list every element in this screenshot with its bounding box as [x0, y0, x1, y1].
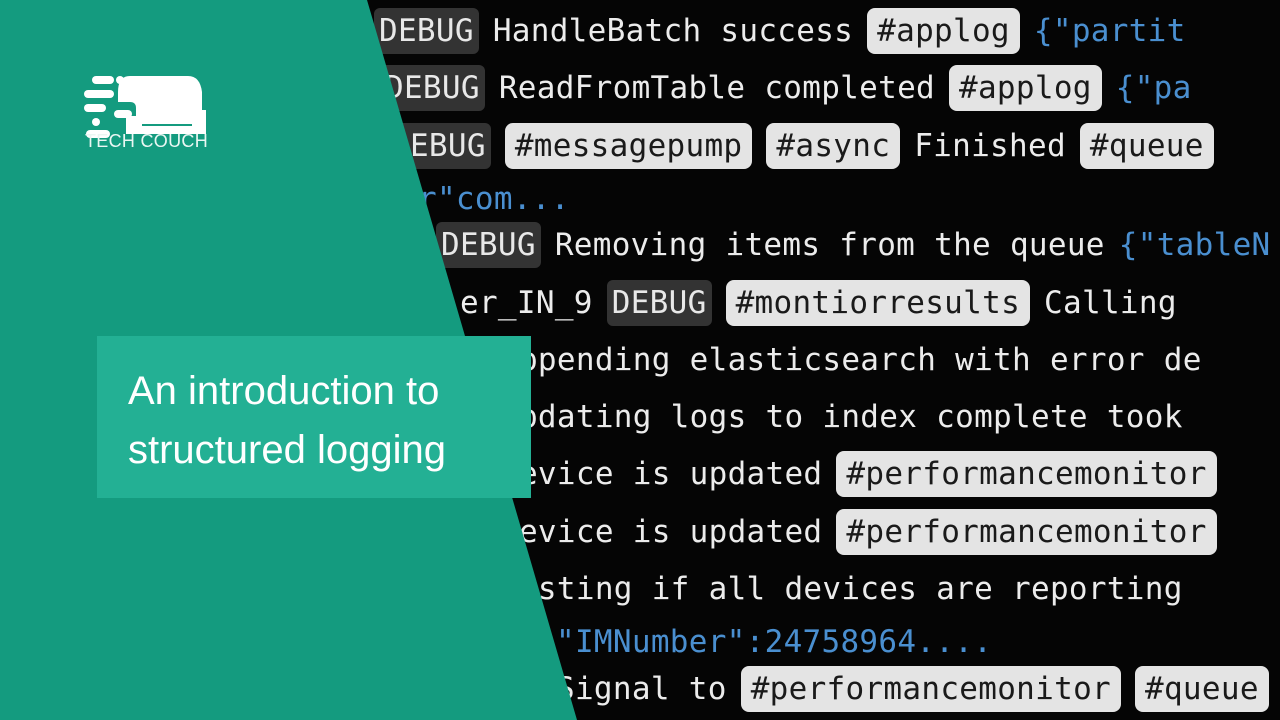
log-message: Testing if all devices are reporting — [500, 570, 1183, 607]
log-level-badge: DEBUG — [374, 7, 479, 54]
log-message: Device is updated — [500, 455, 823, 492]
log-tag: #performancemonitor — [836, 450, 1217, 497]
log-message: ReadFromTable completed — [498, 69, 935, 106]
log-tag: #applog — [949, 64, 1102, 111]
log-level-badge: DEBUG — [436, 221, 541, 268]
log-tag: #performancemonitor — [740, 665, 1121, 712]
brand-name: TECH COUCH — [85, 131, 208, 151]
log-message: Calling — [1044, 284, 1177, 321]
log-message: Device is updated — [500, 513, 823, 550]
title-line-1: An introduction to — [128, 369, 440, 413]
log-line: Updating logs to index complete took — [500, 390, 1183, 440]
log-message: Appending elasticsearch with error de — [500, 341, 1202, 378]
log-line: DEBUG #messagepump #async Finished #queue — [386, 119, 1214, 169]
log-tag: #queue — [1135, 665, 1269, 712]
log-json: r"com... — [418, 180, 570, 217]
log-tag: #queue — [1079, 122, 1214, 169]
title-card: An introduction to structured logging — [97, 336, 531, 498]
log-json: {"pa — [1115, 69, 1192, 106]
log-line: DEBUG ReadFromTable completed #applog {"pa — [380, 61, 1192, 111]
log-tag: #montiorresults — [725, 279, 1031, 326]
log-message: Removing items from the queue — [554, 226, 1105, 263]
log-line: er_IN_9 DEBUG #montiorresults Calling — [460, 276, 1177, 326]
log-line: "IMNumber":24758964.... — [556, 615, 992, 665]
log-level-badge: DEBUG — [606, 279, 712, 326]
log-line: Device is updated #performancemonitor — [500, 447, 1217, 497]
log-message: Updating logs to index complete took — [500, 398, 1183, 435]
log-line: DEBUG HandleBatch success #applog {"partit — [374, 4, 1186, 54]
page-title: An introduction to structured logging — [128, 362, 446, 480]
log-line: Signal to #performancemonitor #queue — [556, 662, 1269, 712]
log-message: Finished — [914, 127, 1066, 164]
log-json: "IMNumber":24758964.... — [556, 623, 993, 660]
log-line: Appending elasticsearch with error de — [500, 333, 1202, 383]
log-json: {"partit — [1033, 12, 1186, 49]
log-message: Signal to — [556, 670, 727, 707]
log-tag: #performancemonitor — [836, 508, 1217, 555]
log-tag: #async — [766, 122, 901, 169]
title-line-2: structured logging — [128, 428, 446, 472]
log-line: DEBUG Removing items from the queue {"tabl… — [436, 218, 1271, 268]
log-line: r"com... — [418, 172, 570, 222]
log-tag: #messagepump — [504, 122, 753, 169]
log-tag: #applog — [867, 7, 1020, 54]
log-json: {"tableN — [1118, 226, 1271, 263]
log-message: HandleBatch success — [492, 12, 854, 49]
log-line: Testing if all devices are reporting — [500, 562, 1183, 612]
log-line: Device is updated #performancemonitor — [500, 505, 1217, 555]
log-message: er_IN_9 — [460, 284, 593, 321]
